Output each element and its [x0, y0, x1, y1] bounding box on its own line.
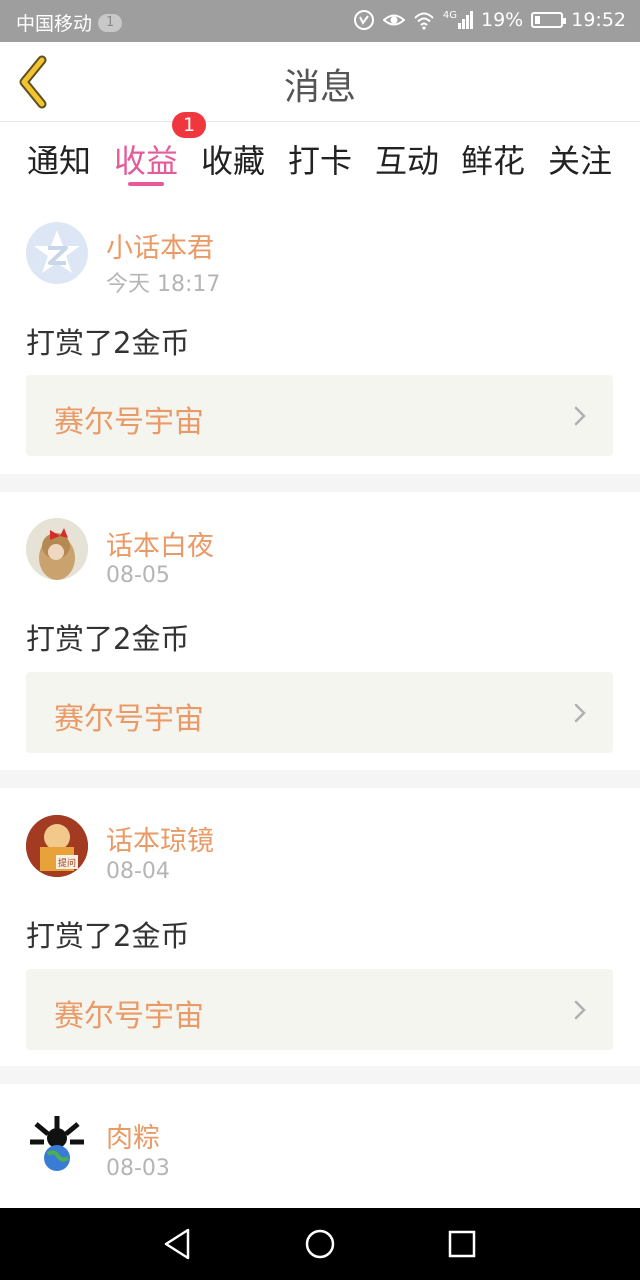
- work-link[interactable]: 赛尔号宇宙: [26, 969, 613, 1050]
- message-text: 打赏了2金币: [26, 622, 190, 656]
- divider: [0, 1066, 640, 1084]
- work-title: 赛尔号宇宙: [54, 405, 204, 440]
- avatar[interactable]: [26, 1112, 88, 1174]
- network-type: 4G: [442, 10, 457, 21]
- tab-follows[interactable]: 关注: [540, 136, 620, 182]
- star-avatar-icon: [27, 223, 87, 283]
- wifi-icon: [414, 12, 434, 30]
- work-title: 赛尔号宇宙: [54, 999, 204, 1034]
- eye-icon: [382, 14, 405, 26]
- chevron-right-icon: [574, 1000, 586, 1020]
- tab-earnings[interactable]: 收益: [106, 136, 186, 182]
- message-text: 打赏了2金币: [26, 326, 190, 360]
- work-title: 赛尔号宇宙: [54, 702, 204, 737]
- user-name[interactable]: 小话本君: [106, 226, 214, 265]
- avatar[interactable]: 提问: [26, 815, 88, 877]
- user-name[interactable]: 话本白夜: [106, 524, 214, 563]
- carrier-label: 中国移动: [16, 13, 93, 35]
- chevron-right-icon: [574, 406, 586, 426]
- girl-avatar-icon: [26, 518, 88, 580]
- back-triangle-icon[interactable]: [158, 1224, 198, 1264]
- message-time: 08-03: [106, 1156, 170, 1181]
- tab-checkin[interactable]: 打卡: [280, 136, 360, 182]
- tab-unread-badge: 1: [172, 112, 206, 138]
- message-text: 打赏了2金币: [26, 919, 190, 953]
- chevron-right-icon: [574, 703, 586, 723]
- user-name[interactable]: 肉粽: [106, 1116, 160, 1155]
- header: 消息: [0, 42, 640, 122]
- message-time: 08-05: [106, 563, 170, 588]
- character-avatar-icon: 提问: [26, 815, 88, 877]
- divider: [0, 474, 640, 492]
- svg-text:提问: 提问: [58, 857, 76, 869]
- hd-call-icon: [353, 10, 374, 30]
- system-nav-bar: [0, 1208, 640, 1280]
- tab-flowers[interactable]: 鲜花: [453, 136, 533, 182]
- message-time: 08-04: [106, 859, 170, 884]
- signal-icon: 4G: [443, 11, 473, 29]
- user-name[interactable]: 话本琼镜: [106, 819, 214, 858]
- tab-notifications[interactable]: 通知: [19, 136, 99, 182]
- list-item: 小话本君 今天 18:17 打赏了2金币 赛尔号宇宙: [0, 192, 640, 474]
- tab-favorites[interactable]: 收藏: [193, 136, 273, 182]
- message-time: 今天 18:17: [106, 272, 221, 297]
- page-title: 消息: [283, 67, 356, 108]
- sim-badge: 1: [98, 13, 123, 32]
- avatar[interactable]: [26, 222, 88, 284]
- tab-bar: 通知 收益 收藏 打卡 互动 鲜花 关注: [0, 122, 640, 192]
- battery-icon: [531, 12, 567, 28]
- battery-percent: 19%: [481, 9, 524, 31]
- work-link[interactable]: 赛尔号宇宙: [26, 375, 613, 456]
- clock: 19:52: [571, 9, 626, 31]
- divider: [0, 770, 640, 788]
- list-item: 话本白夜 08-05 打赏了2金币 赛尔号宇宙: [0, 492, 640, 770]
- avatar[interactable]: [26, 518, 88, 580]
- recents-square-icon[interactable]: [442, 1224, 482, 1264]
- status-bar: 中国移动 1 4G 19% 19:52: [0, 0, 640, 42]
- list-item: 肉粽 08-03: [0, 1084, 640, 1208]
- globe-avatar-icon: [26, 1112, 88, 1174]
- active-tab-indicator: [128, 182, 164, 186]
- home-circle-icon[interactable]: [300, 1224, 340, 1264]
- tab-interactions[interactable]: 互动: [367, 136, 447, 182]
- work-link[interactable]: 赛尔号宇宙: [26, 672, 613, 753]
- list-item: 提问 话本琼镜 08-04 打赏了2金币 赛尔号宇宙: [0, 788, 640, 1066]
